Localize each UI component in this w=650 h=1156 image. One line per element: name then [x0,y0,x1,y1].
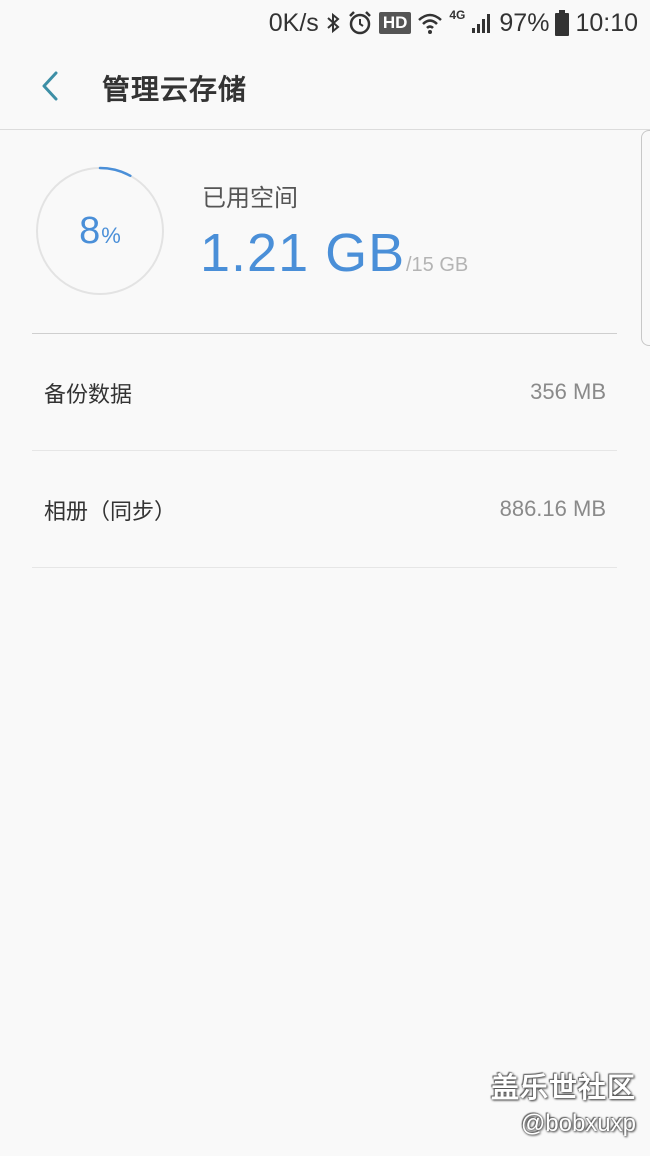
usage-percent-sign: % [101,223,121,248]
battery-percent: 97% [499,8,550,37]
wifi-icon [417,11,443,35]
clock: 10:10 [575,8,638,37]
list-item-backup-data[interactable]: 备份数据 356 MB [32,335,617,451]
used-space-label: 已用空间 [202,184,298,212]
list-item-label: 备份数据 [44,383,133,408]
usage-percent: 8% [35,166,165,296]
network-type: 4G [449,8,466,22]
hd-badge: HD [378,12,412,34]
bluetooth-icon [325,11,341,35]
back-button[interactable] [30,66,70,110]
battery-icon [555,10,570,36]
list-item-value: 886.16 MB [499,496,606,521]
usage-percent-value: 8 [79,209,101,252]
status-bar: 0K/s HD 4G 97% 10:10 [0,0,650,46]
signal-icon [471,12,493,34]
list-item-album-sync[interactable]: 相册（同步） 886.16 MB [32,452,617,568]
list-item-value: 356 MB [530,379,606,404]
app-header: 管理云存储 [0,46,650,130]
page-title: 管理云存储 [102,73,248,106]
section-divider [32,333,617,334]
watermark-title: 盖乐世社区 [490,1071,636,1104]
watermark-handle: @bobxuxp [520,1110,636,1137]
chevron-left-icon [40,70,60,106]
list-item-label: 相册（同步） [44,500,177,525]
net-speed: 0K/s [268,8,319,37]
edge-panel-handle[interactable] [641,130,650,346]
alarm-icon [347,10,373,36]
used-space-amount: 1.21 GB [200,223,406,283]
total-space-amount: /15 GB [406,254,469,276]
